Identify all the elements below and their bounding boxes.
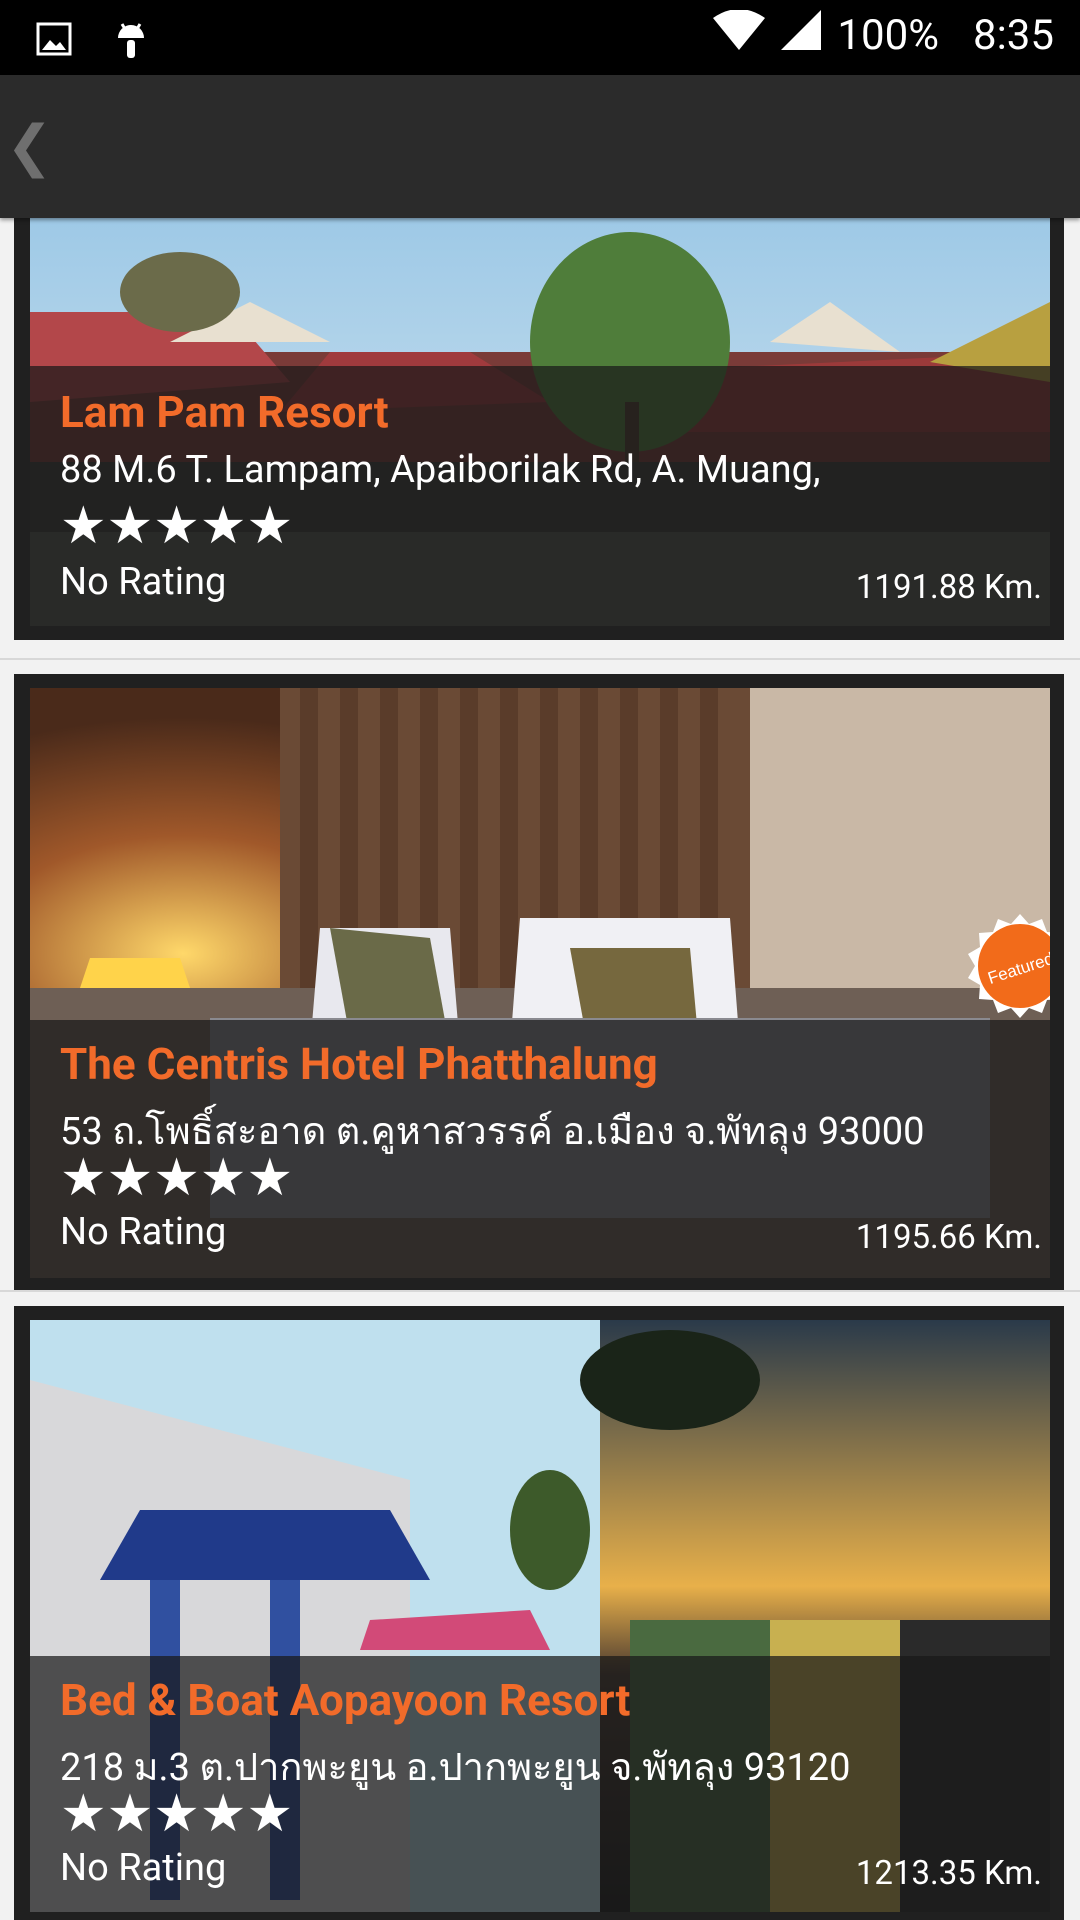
back-button[interactable]: ❮: [6, 111, 53, 181]
hotel-photo: Lam Pam Resort 88 M.6 T. Lampam, Apaibor…: [30, 218, 1050, 626]
distance-label: 1191.88 Km.: [855, 568, 1042, 607]
list-divider: [0, 1290, 1080, 1292]
hotel-photo: Bed & Boat Aopayoon Resort 218 ม.3 ต.ปาก…: [30, 1320, 1050, 1912]
clock: 8:35: [973, 11, 1054, 60]
hotel-photo: Featured The Centris Hotel Phatthalung 5…: [30, 688, 1050, 1278]
hotel-list[interactable]: Lam Pam Resort 88 M.6 T. Lampam, Apaibor…: [0, 218, 1080, 1920]
signal-icon: [781, 10, 822, 61]
wifi-icon: [713, 9, 766, 61]
distance-label: 1195.66 Km.: [855, 1218, 1042, 1257]
distance-label: 1213.35 Km.: [855, 1854, 1042, 1893]
star-rating: ★★★★★: [60, 1147, 294, 1208]
hotel-address: 88 M.6 T. Lampam, Apaiborilak Rd, A. Mua…: [60, 448, 821, 492]
gallery-icon: [36, 22, 72, 60]
battery-percent: 100%: [837, 11, 939, 60]
featured-badge: Featured: [966, 914, 1050, 1022]
status-bar: 100% 8:35: [0, 0, 1080, 75]
app-bar: ❮: [0, 75, 1080, 218]
rating-label: No Rating: [60, 560, 227, 604]
star-rating: ★★★★★: [60, 1783, 294, 1844]
list-divider: [0, 658, 1080, 660]
rating-label: No Rating: [60, 1210, 227, 1254]
star-rating: ★★★★★: [60, 495, 294, 556]
hotel-name[interactable]: The Centris Hotel Phatthalung: [60, 1038, 658, 1090]
rating-label: No Rating: [60, 1846, 227, 1890]
hotel-name[interactable]: Lam Pam Resort: [60, 386, 389, 438]
hotel-card-bed-boat[interactable]: Bed & Boat Aopayoon Resort 218 ม.3 ต.ปาก…: [14, 1306, 1064, 1920]
hotel-card-centris[interactable]: Featured The Centris Hotel Phatthalung 5…: [14, 674, 1064, 1292]
hotel-name[interactable]: Bed & Boat Aopayoon Resort: [60, 1674, 630, 1726]
hotel-card-lam-pam[interactable]: Lam Pam Resort 88 M.6 T. Lampam, Apaibor…: [14, 218, 1064, 640]
android-icon: [114, 18, 148, 64]
